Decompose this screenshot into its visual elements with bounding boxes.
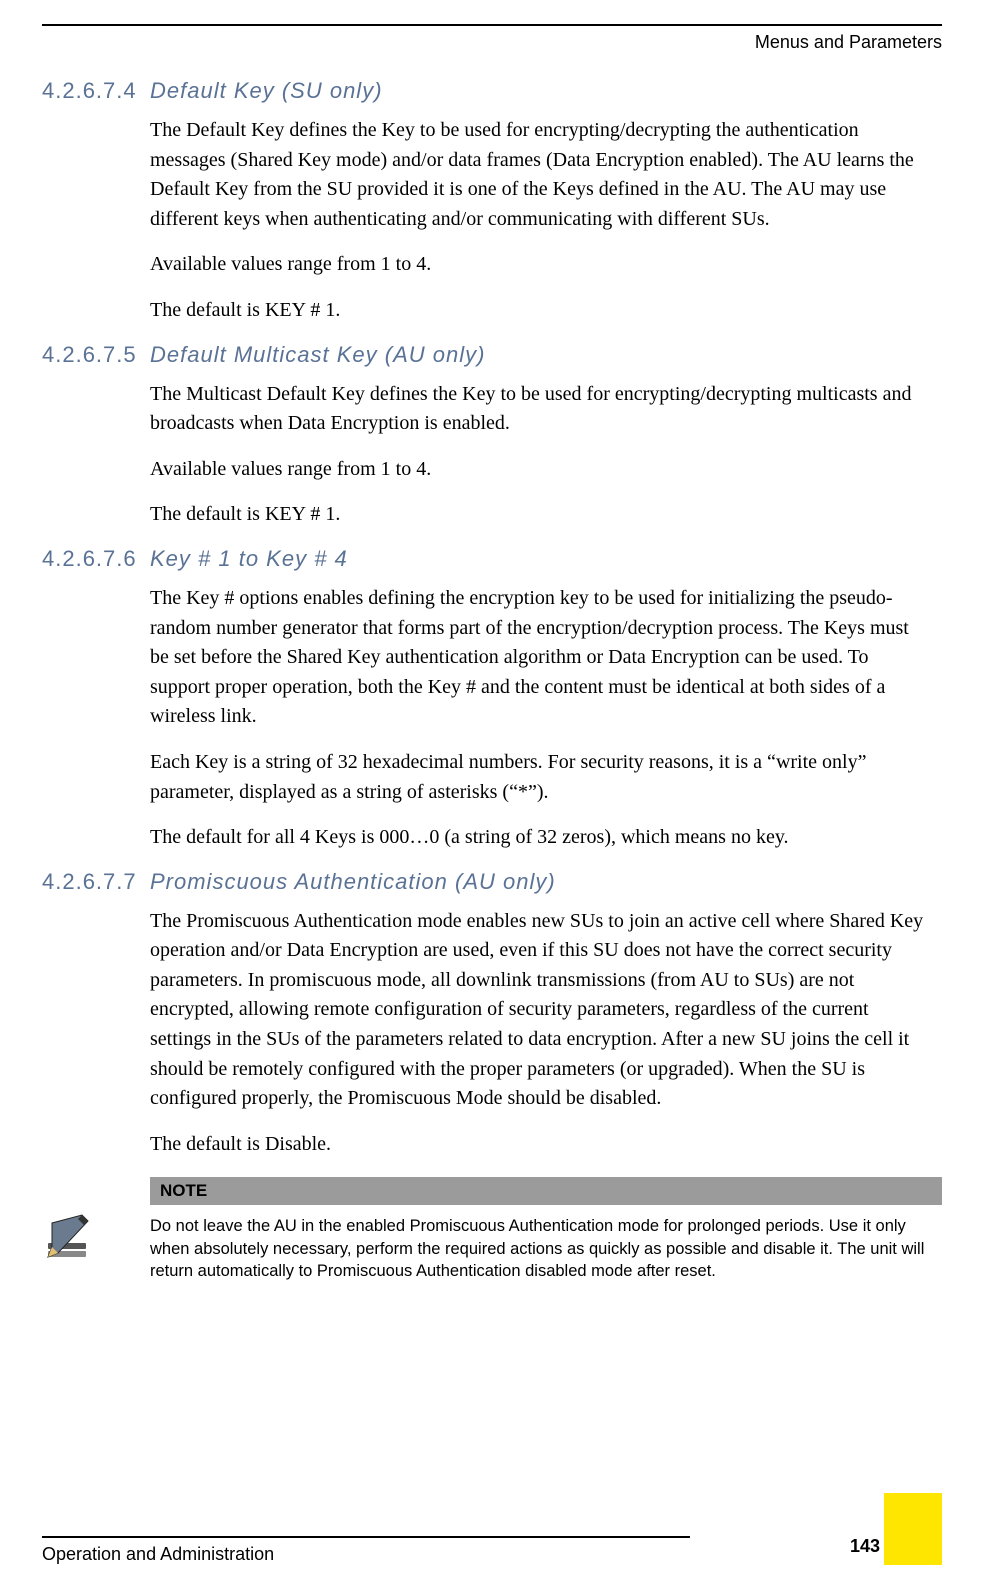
section-number: 4.2.6.7.5 [42, 342, 150, 368]
section-body: The Default Key defines the Key to be us… [42, 116, 942, 326]
section-number: 4.2.6.7.7 [42, 869, 150, 895]
paragraph: The Multicast Default Key defines the Ke… [150, 380, 930, 439]
paragraph: The default is Disable. [150, 1130, 930, 1160]
paragraph: The default is KEY # 1. [150, 500, 930, 530]
header-rule [42, 24, 942, 26]
paragraph: The Key # options enables defining the e… [150, 584, 930, 732]
paragraph: Available values range from 1 to 4. [150, 455, 930, 485]
paragraph: The default is KEY # 1. [150, 296, 930, 326]
section-number: 4.2.6.7.6 [42, 546, 150, 572]
footer-left-text: Operation and Administration [42, 1544, 942, 1565]
page-number-wrap: 143 [884, 1493, 942, 1565]
section-body: The Multicast Default Key defines the Ke… [42, 380, 942, 530]
note-text: Do not leave the AU in the enabled Promi… [150, 1205, 942, 1282]
note-label: NOTE [160, 1181, 207, 1200]
note-header-bar: NOTE [150, 1177, 942, 1205]
page-number-decoration [884, 1493, 942, 1565]
note-block: NOTE Do not leave the AU in the enabled … [42, 1177, 942, 1282]
section-title: Default Key (SU only) [150, 78, 383, 104]
section-title: Promiscuous Authentication (AU only) [150, 869, 556, 895]
section-heading: 4.2.6.7.6 Key # 1 to Key # 4 [42, 546, 942, 572]
paragraph: The Promiscuous Authentication mode enab… [150, 907, 930, 1114]
page-number: 143 [850, 1536, 880, 1557]
footer: Operation and Administration 143 [42, 1536, 942, 1565]
header-right-text: Menus and Parameters [755, 32, 942, 53]
page: Menus and Parameters 4.2.6.7.4 Default K… [0, 0, 984, 1595]
paragraph: The Default Key defines the Key to be us… [150, 116, 930, 234]
section-heading: 4.2.6.7.5 Default Multicast Key (AU only… [42, 342, 942, 368]
section-title: Default Multicast Key (AU only) [150, 342, 485, 368]
section-number: 4.2.6.7.4 [42, 78, 150, 104]
footer-rule [42, 1536, 690, 1538]
paragraph: The default for all 4 Keys is 000…0 (a s… [150, 823, 930, 853]
note-content: NOTE Do not leave the AU in the enabled … [150, 1177, 942, 1282]
section-body: The Promiscuous Authentication mode enab… [42, 907, 942, 1160]
note-icon-column [42, 1177, 150, 1282]
paragraph: Each Key is a string of 32 hexadecimal n… [150, 748, 930, 807]
content-area: 4.2.6.7.4 Default Key (SU only) The Defa… [42, 78, 942, 1282]
section-heading: 4.2.6.7.7 Promiscuous Authentication (AU… [42, 869, 942, 895]
section-heading: 4.2.6.7.4 Default Key (SU only) [42, 78, 942, 104]
section-body: The Key # options enables defining the e… [42, 584, 942, 853]
section-title: Key # 1 to Key # 4 [150, 546, 348, 572]
note-pencil-icon [42, 1213, 94, 1265]
paragraph: Available values range from 1 to 4. [150, 250, 930, 280]
